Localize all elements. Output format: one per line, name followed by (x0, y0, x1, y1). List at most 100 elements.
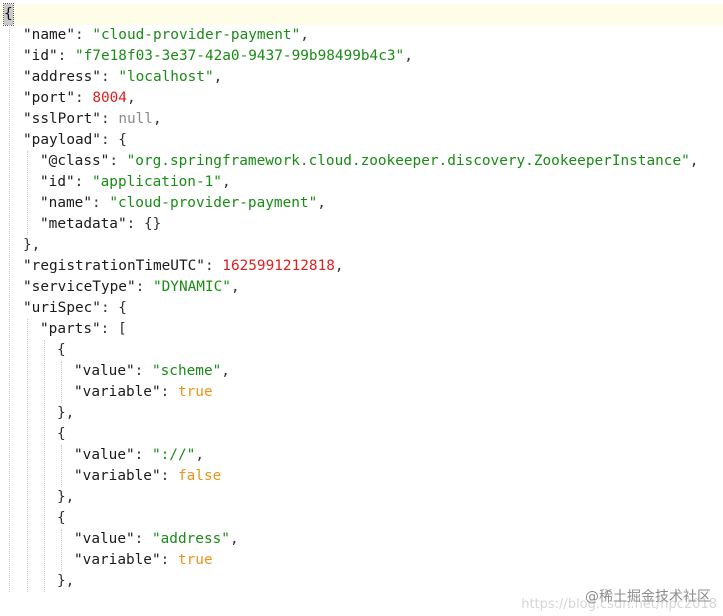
json-punctuation: : [ (100, 321, 127, 337)
json-punctuation: : (57, 48, 75, 64)
json-key: "sslPort" (23, 111, 101, 127)
json-line: "metadata": {} (40, 214, 161, 235)
json-number-value: 8004 (92, 90, 127, 106)
json-viewer: {"name": "cloud-provider-payment", "id": … (0, 0, 723, 616)
json-line: }, (23, 235, 40, 256)
json-punctuation: , (126, 90, 136, 106)
json-punctuation: , (221, 363, 230, 379)
json-string-value: "cloud-provider-payment" (109, 195, 318, 211)
json-punctuation: { (57, 510, 66, 526)
json-punctuation: : (91, 195, 110, 211)
json-boolean-value: false (177, 468, 222, 484)
json-line: "variable": true (74, 382, 213, 403)
json-key: "port" (23, 90, 75, 106)
json-punctuation: , (317, 195, 326, 211)
json-line: "value": "scheme", (74, 361, 230, 382)
json-string-value: "f7e18f03-3e37-42a0-9437-99b98499b4c3" (74, 48, 405, 64)
json-string-value: "://" (151, 447, 196, 463)
json-punctuation: , (689, 153, 699, 169)
json-punctuation: : (74, 27, 93, 43)
json-line: "variable": true (74, 550, 213, 571)
json-punctuation: , (213, 69, 223, 85)
json-string-value: "org.springframework.cloud.zookeeper.dis… (126, 153, 690, 169)
json-line: { (57, 424, 66, 445)
json-punctuation: , (152, 111, 162, 127)
json-line: }, (57, 487, 74, 508)
json-line: "value": "://", (74, 445, 204, 466)
json-punctuation: : (134, 363, 152, 379)
json-punctuation: : { (100, 132, 127, 148)
indent-guide (9, 25, 10, 592)
json-punctuation: , (195, 447, 204, 463)
json-punctuation: : (134, 531, 152, 547)
json-boolean-value: true (177, 384, 213, 400)
json-line: }, (57, 571, 74, 592)
json-line: "sslPort": null, (23, 109, 162, 130)
watermark-text: @稀土掘金技术社区 (585, 589, 711, 605)
json-punctuation: { (57, 342, 66, 358)
json-key: "uriSpec" (23, 300, 101, 316)
json-punctuation: : (109, 153, 127, 169)
indent-guide (61, 529, 62, 571)
json-key: "registrationTimeUTC" (23, 258, 205, 274)
json-key: "payload" (23, 132, 101, 148)
json-string-value: "cloud-provider-payment" (92, 27, 301, 43)
json-line: "name": "cloud-provider-payment", (40, 193, 326, 214)
json-null-value: null (118, 111, 153, 127)
json-punctuation: , (334, 258, 344, 274)
json-key: "metadata" (40, 216, 127, 232)
json-key: "name" (40, 195, 92, 211)
json-line: "id": "f7e18f03-3e37-42a0-9437-99b98499b… (23, 46, 413, 67)
json-key: "value" (74, 363, 135, 379)
json-root-open-brace: { (0, 3, 723, 26)
json-punctuation: : (74, 174, 92, 190)
json-string-value: "address" (151, 531, 230, 547)
json-key: "id" (23, 48, 58, 64)
json-line: "value": "address", (74, 529, 239, 550)
json-punctuation: , (230, 279, 240, 295)
json-line: "parts": [ (40, 319, 127, 340)
json-string-value: "DYNAMIC" (152, 279, 231, 295)
json-key: "variable" (74, 468, 161, 484)
json-string-value: "scheme" (151, 363, 222, 379)
json-punctuation: }, (57, 573, 75, 589)
json-line: }, (57, 403, 74, 424)
json-line: "uriSpec": { (23, 298, 127, 319)
json-key: "value" (74, 447, 135, 463)
cursor-brace: { (3, 3, 14, 26)
json-punctuation: }, (57, 405, 75, 421)
indent-guide (44, 340, 45, 592)
json-punctuation: }, (57, 489, 75, 505)
json-punctuation: : (100, 111, 119, 127)
json-string-value: "localhost" (118, 69, 214, 85)
json-punctuation: : (134, 447, 152, 463)
json-line: { (57, 340, 66, 361)
json-punctuation: : { (100, 300, 127, 316)
json-line: "name": "cloud-provider-payment", (23, 25, 309, 46)
json-punctuation: , (300, 27, 309, 43)
indent-guide (61, 445, 62, 487)
json-punctuation: , (229, 531, 239, 547)
indent-guide (27, 319, 28, 592)
json-key: "id" (40, 174, 75, 190)
json-line: "serviceType": "DYNAMIC", (23, 277, 240, 298)
json-punctuation: }, (23, 237, 41, 253)
json-punctuation: : (160, 384, 178, 400)
json-punctuation: , (221, 174, 231, 190)
indent-guide (27, 151, 28, 235)
json-line: "id": "application-1", (40, 172, 231, 193)
json-line: "port": 8004, (23, 88, 136, 109)
json-key: "@class" (40, 153, 110, 169)
json-punctuation: : (160, 552, 178, 568)
json-line: { (57, 508, 66, 529)
json-line: "address": "localhost", (23, 67, 222, 88)
json-line: "@class": "org.springframework.cloud.zoo… (40, 151, 698, 172)
json-punctuation: : (100, 69, 119, 85)
json-line: "payload": { (23, 130, 127, 151)
json-punctuation: : (204, 258, 223, 274)
json-key: "parts" (40, 321, 101, 337)
json-key: "variable" (74, 552, 161, 568)
indent-guide (61, 361, 62, 403)
json-string-value: "application-1" (91, 174, 222, 190)
json-key: "value" (74, 531, 135, 547)
